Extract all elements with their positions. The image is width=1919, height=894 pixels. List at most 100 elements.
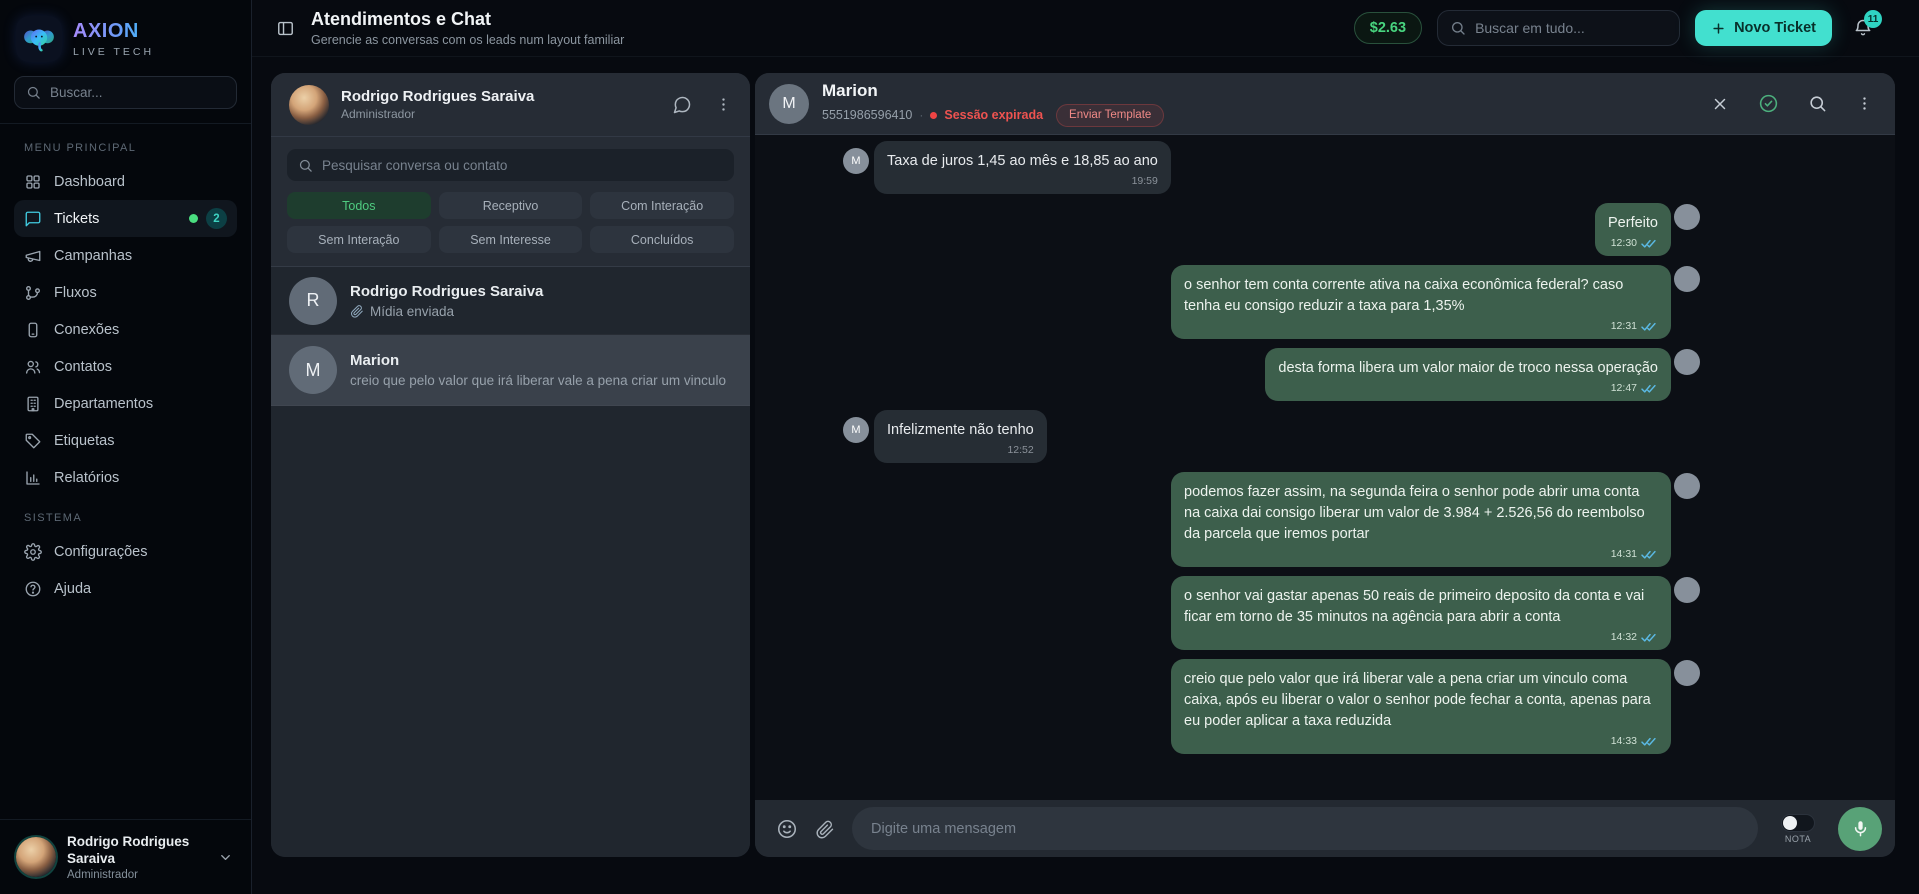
message-text: o senhor tem conta corrente ativa na cai… xyxy=(1184,277,1624,314)
message-text: creio que pelo valor que irá liberar val… xyxy=(1184,671,1651,729)
brand-tagline: LIVE TECH xyxy=(73,46,155,58)
message-bubble: Taxa de juros 1,45 ao mês e 18,85 ao ano… xyxy=(874,141,1171,194)
filter-todos[interactable]: Todos xyxy=(287,192,431,219)
message-bubble: o senhor vai gastar apenas 50 reais de p… xyxy=(1171,576,1671,650)
message-bubble: podemos fazer assim, na segunda feira o … xyxy=(1171,472,1671,567)
megaphone-icon xyxy=(24,247,42,265)
sidebar-item-fluxos[interactable]: Fluxos xyxy=(14,274,237,311)
balance-badge[interactable]: $2.63 xyxy=(1353,12,1423,44)
send-template-button[interactable]: Enviar Template xyxy=(1056,103,1165,127)
sidebar-item-conexoes[interactable]: Conexões xyxy=(14,311,237,348)
sidebar-item-campanhas[interactable]: Campanhas xyxy=(14,237,237,274)
note-toggle-label: NOTA xyxy=(1784,833,1812,844)
agent-avatar-small xyxy=(1674,204,1700,230)
read-receipt-icon xyxy=(1641,384,1656,393)
resolve-check-icon[interactable] xyxy=(1758,93,1779,114)
session-status: Sessão expirada xyxy=(944,108,1044,122)
read-receipt-icon xyxy=(1641,322,1656,331)
chat-bubble-icon[interactable] xyxy=(672,95,692,115)
conversation-preview: Mídia enviada xyxy=(350,304,732,319)
message-out: o senhor tem conta corrente ativa na cai… xyxy=(843,265,1700,339)
bar-chart-icon xyxy=(24,469,42,487)
message-text: podemos fazer assim, na segunda feira o … xyxy=(1184,484,1645,542)
close-icon[interactable] xyxy=(1711,95,1729,113)
sidebar-item-relatorios[interactable]: Relatórios xyxy=(14,459,237,496)
sidebar-item-configuracoes[interactable]: Configurações xyxy=(14,533,237,570)
agent-name: Rodrigo Rodrigues Saraiva xyxy=(341,88,535,105)
global-search-input[interactable] xyxy=(1475,20,1668,36)
message-time: 14:33 xyxy=(1610,734,1637,747)
sidebar-item-etiquetas[interactable]: Etiquetas xyxy=(14,422,237,459)
message-bubble: o senhor tem conta corrente ativa na cai… xyxy=(1171,265,1671,339)
conversation-search[interactable] xyxy=(287,149,734,181)
filter-sem-interacao[interactable]: Sem Interação xyxy=(287,226,431,253)
unread-dot xyxy=(189,214,198,223)
message-text: Perfeito xyxy=(1608,215,1658,231)
notifications-count-badge: 11 xyxy=(1864,10,1882,28)
message-out: desta forma libera um valor maior de tro… xyxy=(843,348,1700,401)
flow-icon xyxy=(24,284,42,302)
global-search[interactable] xyxy=(1437,10,1681,46)
more-options-icon[interactable] xyxy=(715,96,732,113)
agent-avatar xyxy=(289,84,329,125)
more-options-icon[interactable] xyxy=(1856,95,1873,112)
read-receipt-icon xyxy=(1641,633,1656,642)
conversation-avatar: R xyxy=(289,276,337,325)
brand-name: AXION xyxy=(73,20,154,43)
users-icon xyxy=(24,358,42,376)
conversation-name: Rodrigo Rodrigues Saraiva xyxy=(350,282,544,300)
sidebar-item-departamentos[interactable]: Departamentos xyxy=(14,385,237,422)
new-ticket-button[interactable]: Novo Ticket xyxy=(1695,10,1832,46)
tag-icon xyxy=(24,432,42,450)
message-bubble: creio que pelo valor que irá liberar val… xyxy=(1171,659,1671,754)
emoji-icon[interactable] xyxy=(776,818,798,840)
attach-paperclip-icon[interactable] xyxy=(815,819,835,839)
message-time: 12:47 xyxy=(1610,381,1637,394)
agent-avatar-small xyxy=(1674,349,1700,375)
sidebar-profile[interactable]: Rodrigo Rodrigues Saraiva Administrador xyxy=(14,820,237,894)
sidebar-item-tickets[interactable]: Tickets 2 xyxy=(14,200,237,237)
sidebar-nav: MENU PRINCIPAL Dashboard Tickets 2 Campanhas… xyxy=(14,124,237,805)
conversation-item-rodrigo-rodrigues-saraiva[interactable]: R Rodrigo Rodrigues Saraiva Mídia enviada xyxy=(271,267,750,335)
filter-chips: Todos Receptivo Com Interação Sem Interação… xyxy=(271,192,750,266)
sidebar-item-dashboard[interactable]: Dashboard xyxy=(14,163,237,200)
conversations-header: Rodrigo Rodrigues Saraiva Administrador xyxy=(271,73,750,137)
filter-sem-interesse[interactable]: Sem Interesse xyxy=(438,226,583,253)
sidebar-search[interactable] xyxy=(14,76,237,109)
message-out: o senhor vai gastar apenas 50 reais de p… xyxy=(843,576,1700,650)
message-time: 14:31 xyxy=(1610,547,1637,560)
sidebar-search-input[interactable] xyxy=(50,85,225,100)
sidebar-item-contatos[interactable]: Contatos xyxy=(14,348,237,385)
contact-avatar-small: M xyxy=(843,148,869,174)
nav-section-label: SISTEMA xyxy=(24,512,83,524)
conversation-search-input[interactable] xyxy=(322,157,723,173)
message-bubble: Infelizmente não tenho 12:52 xyxy=(874,410,1047,463)
read-receipt-icon xyxy=(1641,550,1656,559)
note-toggle[interactable]: NOTA xyxy=(1775,813,1821,844)
note-toggle-track[interactable] xyxy=(1781,813,1815,832)
filter-receptivo[interactable]: Receptivo xyxy=(438,192,583,219)
session-status-dot xyxy=(930,111,938,119)
read-receipt-icon xyxy=(1641,239,1656,248)
message-in: M Taxa de juros 1,45 ao mês e 18,85 ao an… xyxy=(843,141,1700,194)
search-icon[interactable] xyxy=(1808,94,1827,113)
message-time: 12:30 xyxy=(1610,236,1637,249)
conversation-item-marion[interactable]: M Marion creio que pelo valor que irá libe… xyxy=(271,335,750,406)
panel-toggle-icon[interactable] xyxy=(276,19,295,38)
message-time: 12:52 xyxy=(1007,443,1034,456)
filter-com-interacao[interactable]: Com Interação xyxy=(590,192,734,219)
topbar: Atendimentos e Chat Gerencie as conversa… xyxy=(252,0,1919,57)
sidebar-item-ajuda[interactable]: Ajuda xyxy=(14,570,237,607)
filter-concluidos[interactable]: Concluídos xyxy=(590,226,734,253)
search-icon xyxy=(26,85,41,100)
notifications-button[interactable]: 11 xyxy=(1853,10,1882,38)
conversations-panel: Rodrigo Rodrigues Saraiva Administrador xyxy=(271,73,750,857)
record-audio-button[interactable] xyxy=(1838,806,1882,851)
message-input[interactable] xyxy=(871,820,1739,837)
message-text: o senhor vai gastar apenas 50 reais de p… xyxy=(1184,588,1645,625)
message-input-wrap[interactable] xyxy=(852,807,1758,850)
agent-avatar-small xyxy=(1674,266,1700,292)
sidebar: AXION LIVE TECH MENU PRINCIPAL DashboardT… xyxy=(0,0,252,894)
contact-phone: 5551986596410 xyxy=(822,108,913,122)
conversation-avatar: M xyxy=(289,346,337,394)
